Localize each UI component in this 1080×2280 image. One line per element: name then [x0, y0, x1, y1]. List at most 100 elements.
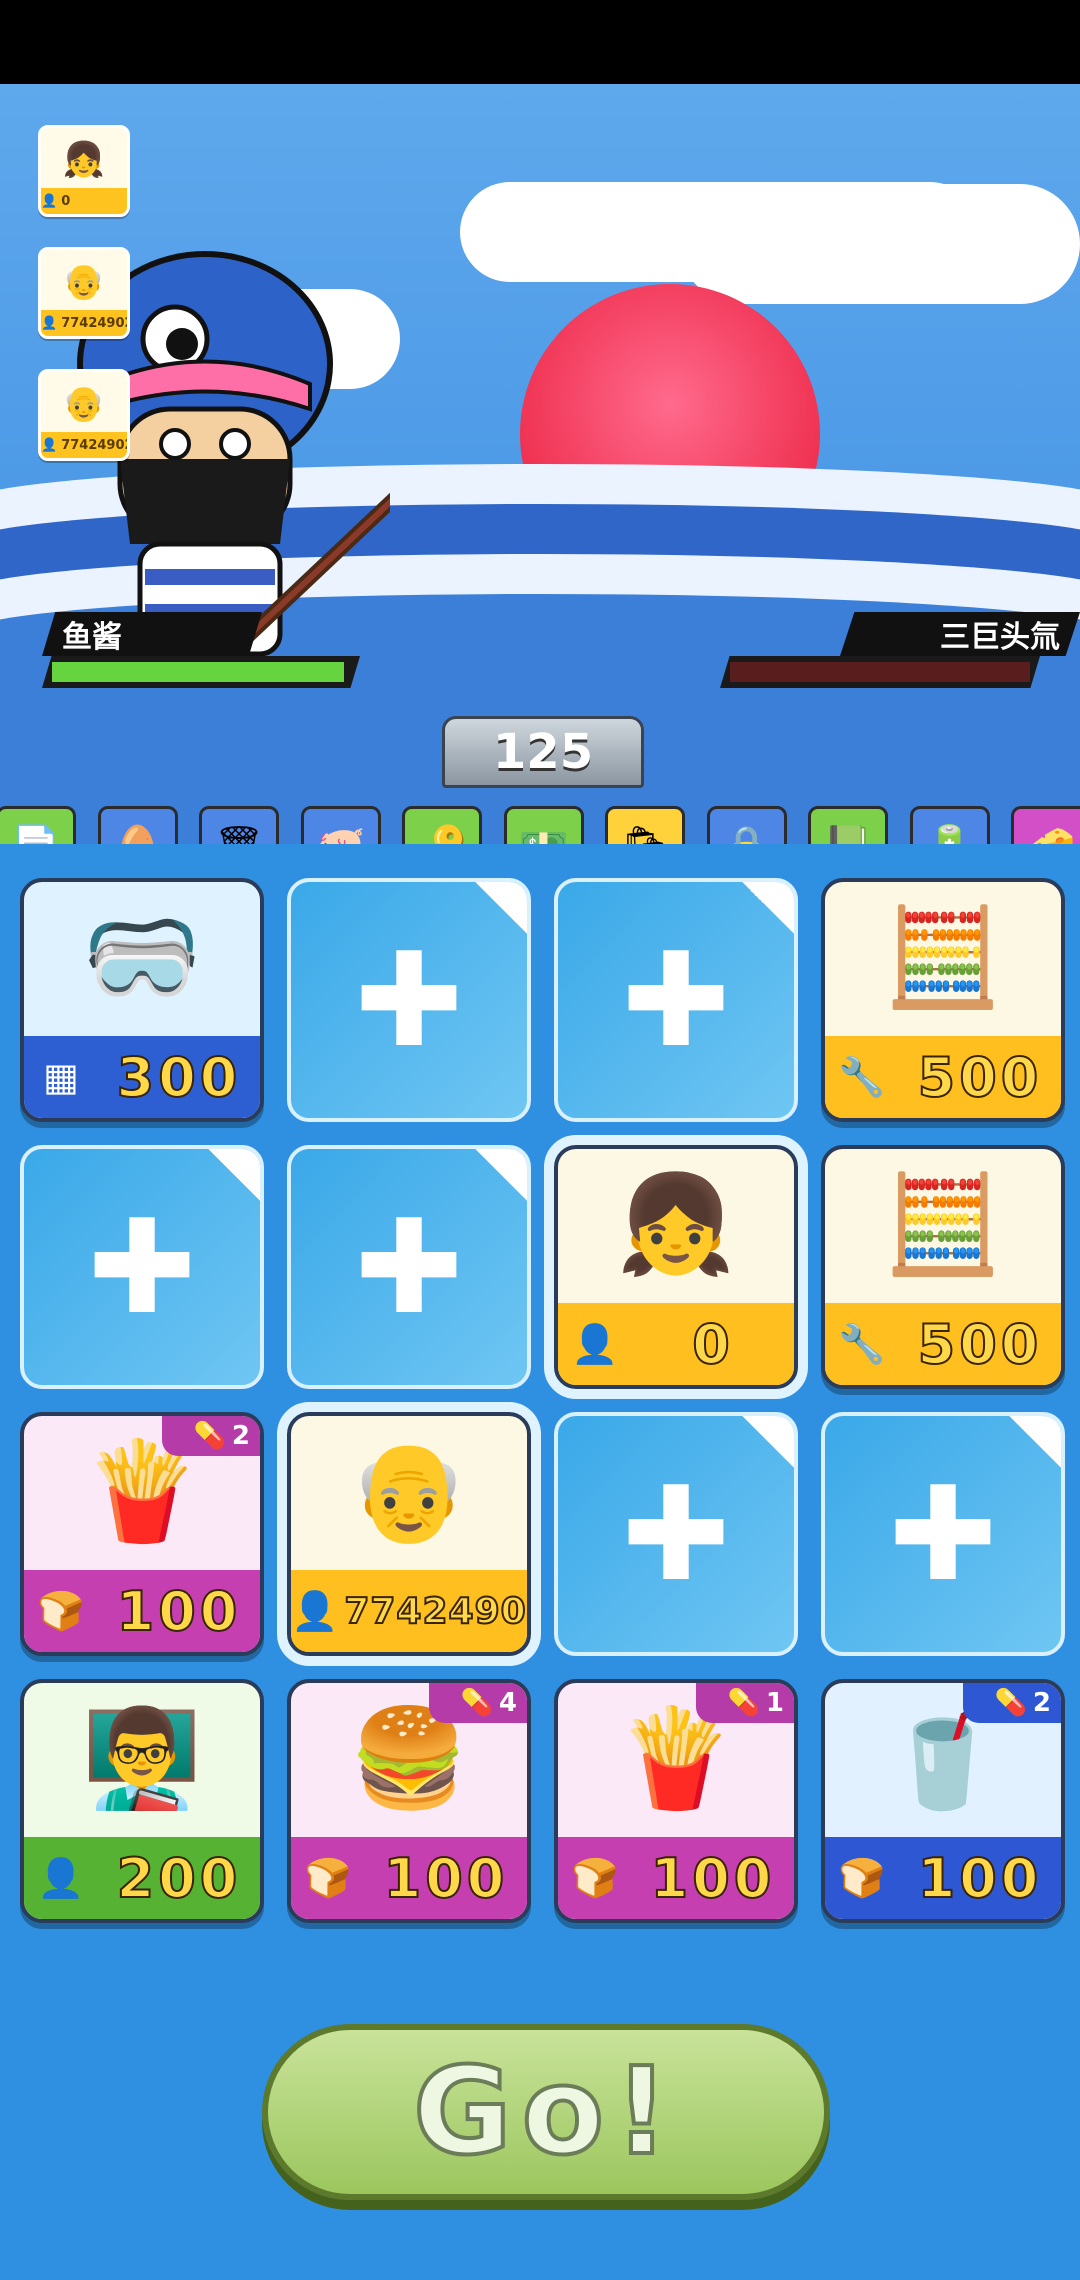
card-footer: 🔧 500: [825, 1036, 1061, 1118]
team-member-value: 👤774249024: [41, 432, 127, 458]
hero-hp-bar: [42, 656, 360, 688]
empty-card-slot[interactable]: ✚: [554, 1412, 798, 1656]
person-icon: 👤: [291, 1588, 339, 1633]
card-count-badge: 💊 4: [429, 1683, 527, 1723]
person-icon: 👤: [41, 315, 58, 331]
safe-item-icon[interactable]: 🔒: [706, 806, 787, 844]
person-icon: 👤: [571, 1321, 619, 1366]
pill-icon: 💊: [994, 1688, 1027, 1718]
teacher-icon: 👨‍🏫: [82, 1701, 202, 1814]
enemy-hp-fill: [730, 662, 1030, 682]
card-count: 4: [498, 1688, 517, 1718]
team-member-card[interactable]: 👴👤774249024: [38, 369, 130, 461]
card-value: 774249024: [343, 1590, 527, 1633]
person-icon: 👤: [41, 437, 58, 453]
einstein-avatar-icon: 👴: [62, 262, 106, 302]
team-member-card[interactable]: 👧 👤 0: [38, 125, 130, 217]
cheese-item-icon[interactable]: 🧀: [1011, 806, 1080, 844]
einstein-card[interactable]: 👴👤774249024: [277, 1402, 541, 1666]
card-footer: 🍞 100: [558, 1837, 794, 1919]
enemy-hp-bar: [720, 656, 1040, 688]
card-footer: 🔧 500: [825, 1303, 1061, 1385]
hero-name-plate: 鱼酱: [42, 612, 262, 656]
burger-card[interactable]: 🍔 💊 4 🍞 100: [287, 1679, 531, 1923]
bread-icon: 🍞: [304, 1855, 352, 1900]
card-value: 500: [917, 1312, 1043, 1377]
chip-icon: ▦: [43, 1055, 79, 1099]
enemy-name-plate: 三巨头氚: [840, 612, 1080, 656]
document-item-icon[interactable]: 📄: [0, 806, 76, 844]
empty-card-slot[interactable]: ✚: [20, 1145, 264, 1389]
status-bar: [0, 0, 1080, 84]
tool-icon: 🔧: [838, 1054, 886, 1099]
bread-icon: 🍞: [571, 1855, 619, 1900]
hero-hp-fill: [52, 662, 345, 682]
team-list: 👧👤0👴👤774249024👴👤774249024: [38, 125, 130, 491]
team-member-value: 👤 0: [41, 188, 127, 214]
key-item-icon[interactable]: 🔑: [402, 806, 482, 844]
card-count-badge: 💊 1: [696, 1683, 794, 1723]
vr-headset-card[interactable]: 🥽 ▦ 300: [20, 878, 264, 1122]
girl-avatar-icon: 👧: [62, 140, 106, 180]
empty-card-slot[interactable]: ✚: [287, 878, 531, 1122]
plus-icon: ✚: [87, 1191, 197, 1343]
card-value: 100: [650, 1846, 776, 1911]
pill-icon: 💊: [460, 1688, 493, 1718]
card-count-badge: 💊 2: [963, 1683, 1061, 1723]
team-member-card[interactable]: 👴👤774249024: [38, 247, 130, 339]
tool-icon: 🔧: [838, 1321, 886, 1366]
egg-nest-item-icon[interactable]: 🥚: [97, 806, 178, 844]
plus-icon: ✚: [354, 1191, 464, 1343]
plus-icon: ✚: [354, 924, 464, 1076]
fries-card[interactable]: 🍟 💊 2 🍞 100: [20, 1412, 264, 1656]
girl-icon: 👧: [616, 1167, 736, 1280]
abacus-icon: 🧮: [883, 1167, 1003, 1280]
card-value: 0: [691, 1312, 734, 1377]
card-count: 2: [1032, 1688, 1051, 1718]
battery-item-icon[interactable]: 🔋: [909, 806, 990, 844]
abacus-card[interactable]: 🧮 🔧 500: [821, 1145, 1065, 1389]
team-member-value-text: 774249024: [61, 437, 127, 453]
enemy-name: 三巨头氚: [940, 620, 1060, 655]
card-value: 100: [383, 1846, 509, 1911]
plus-icon: ✚: [621, 924, 731, 1076]
pill-icon: 💊: [193, 1421, 226, 1451]
empty-card-slot[interactable]: ✚: [821, 1412, 1065, 1656]
turn-counter: 125: [442, 716, 644, 788]
vr-headset-icon: 🥽: [82, 900, 202, 1013]
empty-card-slot[interactable]: ✚: [554, 878, 798, 1122]
abacus-icon: 🧮: [883, 900, 1003, 1013]
card-value: 100: [917, 1846, 1043, 1911]
plus-icon: ✚: [621, 1458, 731, 1610]
piggy-bank-item-icon[interactable]: 🐖: [300, 806, 381, 844]
team-member-value: 👤774249024: [41, 310, 127, 336]
battle-scene: 鱼酱 三巨头氚 125 📄 🥚 🗑 🐖 🔑 💵 🛍 🔒 📗 🔋 🧀: [0, 84, 1080, 844]
einstein-avatar-icon: 👴: [62, 384, 106, 424]
person-icon: 👤: [41, 193, 58, 209]
cash-item-icon[interactable]: 💵: [503, 806, 584, 844]
card-footer: 🍞 100: [825, 1837, 1061, 1919]
person-icon: 👤: [37, 1855, 85, 1900]
plus-icon: ✚: [888, 1458, 998, 1610]
hero-name: 鱼酱: [62, 620, 122, 655]
einstein-icon: 👴: [349, 1434, 469, 1547]
team-member-value-text: 774249024: [61, 315, 127, 331]
trash-can-item-icon[interactable]: 🗑: [199, 806, 279, 844]
paper-bag-item-icon[interactable]: 🛍: [605, 806, 685, 844]
book-item-icon[interactable]: 📗: [808, 806, 888, 844]
card-value: 300: [116, 1045, 242, 1110]
card-footer: 🍞 100: [24, 1570, 260, 1652]
fries-card[interactable]: 🍟 💊 1 🍞 100: [554, 1679, 798, 1923]
item-bar: 📄 🥚 🗑 🐖 🔑 💵 🛍 🔒 📗 🔋 🧀: [0, 806, 1080, 844]
empty-card-slot[interactable]: ✚: [287, 1145, 531, 1389]
go-button[interactable]: Go!: [262, 2024, 830, 2200]
teacher-card[interactable]: 👨‍🏫 👤 200: [20, 1679, 264, 1923]
card-value: 500: [917, 1045, 1043, 1110]
bread-icon: 🍞: [37, 1588, 85, 1633]
card-count: 2: [231, 1421, 250, 1451]
cola-card[interactable]: 🥤 💊 2 🍞 100: [821, 1679, 1065, 1923]
girl-card[interactable]: 👧 👤 0: [544, 1135, 808, 1399]
abacus-card[interactable]: 🧮 🔧 500: [821, 878, 1065, 1122]
card-footer: 👤774249024: [291, 1570, 527, 1652]
card-count: 1: [765, 1688, 784, 1718]
